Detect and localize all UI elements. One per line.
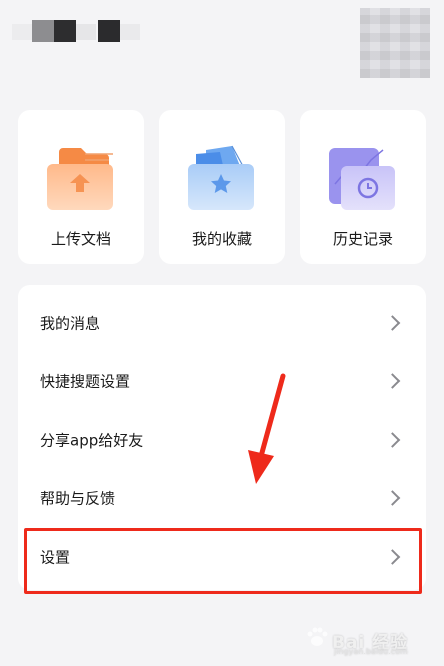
username-pixel: [32, 20, 54, 42]
settings-highlight-box: [24, 528, 422, 594]
history-card[interactable]: 历史记录: [300, 110, 426, 264]
watermark-url: jingyan.baidu.com: [334, 647, 408, 656]
chevron-right-icon: [384, 432, 401, 448]
upload-document-card[interactable]: 上传文档: [18, 110, 144, 264]
menu-item-label: 分享app给好友: [40, 431, 144, 450]
menu-item-label: 我的消息: [40, 314, 101, 333]
paw-icon: [307, 627, 328, 646]
menu-item-help-feedback[interactable]: 帮助与反馈: [18, 469, 426, 527]
menu-item-label: 快捷搜题设置: [40, 372, 131, 391]
username-pixel: [54, 20, 76, 42]
my-favorites-card[interactable]: 我的收藏: [159, 110, 285, 264]
chevron-right-icon: [384, 315, 401, 331]
card-label: 我的收藏: [191, 230, 252, 248]
menu-item-share-app[interactable]: 分享app给好友: [18, 411, 426, 469]
folder-star-icon: [188, 145, 254, 210]
username-pixel: [120, 24, 140, 40]
menu-item-quick-search-settings[interactable]: 快捷搜题设置: [18, 352, 426, 410]
baidu-watermark: Bai 经验 jingyan.baidu.com: [304, 620, 434, 660]
chevron-right-icon: [384, 490, 401, 506]
menu-item-my-messages[interactable]: 我的消息: [18, 294, 426, 352]
folder-upload-icon: [47, 148, 113, 210]
profile-page: 上传文档 我的收藏 历史记录 我的消息 快捷搜题设置 分享app给好友 帮助与反…: [0, 0, 444, 666]
quick-actions: 上传文档 我的收藏 历史记录: [18, 110, 426, 264]
avatar[interactable]: [360, 8, 430, 78]
history-clock-icon: [329, 148, 395, 210]
profile-header: [0, 0, 444, 90]
annotation-arrow-icon: [248, 373, 286, 484]
card-label: 历史记录: [332, 230, 393, 248]
card-label: 上传文档: [50, 230, 111, 248]
chevron-right-icon: [384, 373, 401, 389]
menu-item-label: 帮助与反馈: [40, 489, 116, 508]
username-pixel: [98, 20, 120, 42]
username-pixel: [12, 24, 32, 40]
username-pixel: [76, 24, 96, 40]
